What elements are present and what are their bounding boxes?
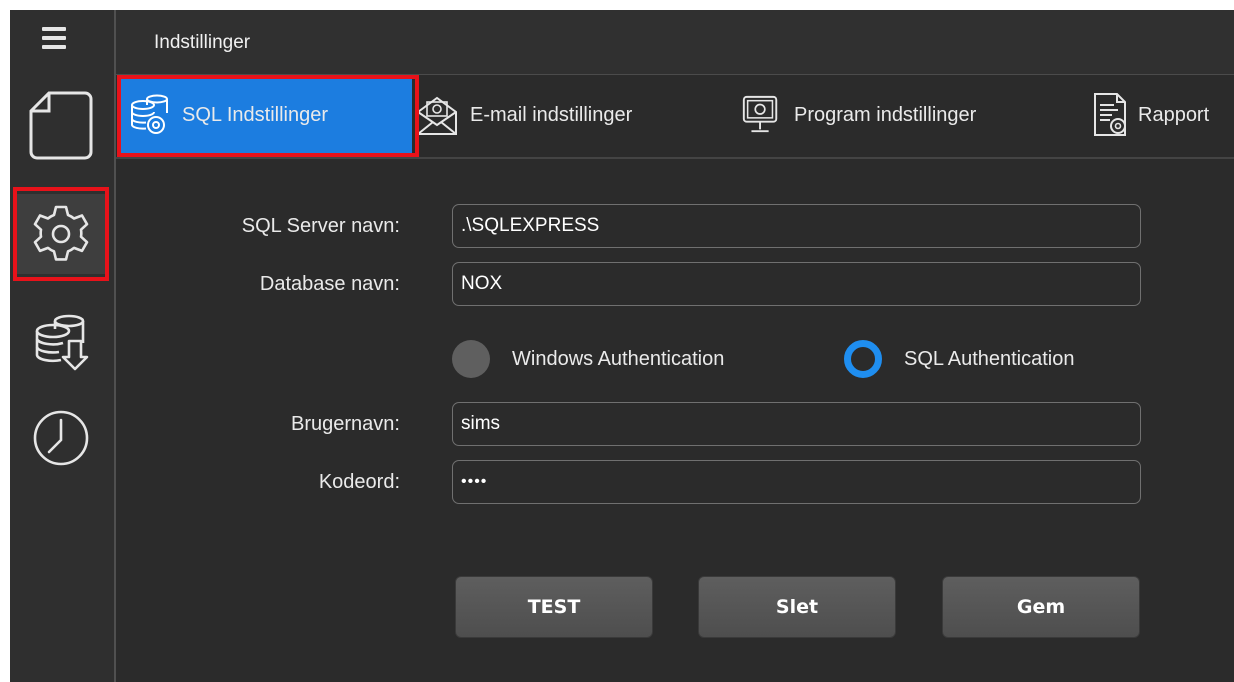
database-gear-icon — [128, 92, 170, 138]
tab-sql-settings[interactable]: SQL Indstillinger — [118, 75, 412, 155]
gear-icon — [33, 205, 89, 261]
password-label: Kodeord: — [318, 471, 400, 493]
tab-email-settings[interactable]: E-mail indstillinger — [416, 75, 632, 155]
sidebar-item-documents[interactable] — [16, 85, 106, 165]
test-button[interactable]: TEST — [455, 576, 653, 638]
sql-auth-radio[interactable]: SQL Authentication — [844, 340, 1075, 378]
sql-server-label: SQL Server navn: — [241, 215, 400, 237]
page-title: Indstillinger — [154, 32, 251, 53]
database-export-icon — [35, 314, 89, 371]
windows-auth-label: Windows Authentication — [512, 347, 725, 370]
sidebar-item-database-export[interactable] — [16, 302, 106, 382]
database-name-label: Database navn: — [259, 273, 400, 295]
sql-auth-label: SQL Authentication — [904, 347, 1075, 370]
sidebar-item-settings[interactable] — [16, 194, 106, 274]
sidebar — [10, 10, 114, 682]
monitor-gear-icon — [740, 92, 782, 138]
tab-label: E-mail indstillinger — [470, 103, 633, 126]
tab-label: Rapport — [1138, 103, 1210, 126]
windows-auth-radio[interactable]: Windows Authentication — [452, 340, 724, 378]
tab-report-settings[interactable]: Rapport — [1090, 75, 1209, 155]
tab-program-settings[interactable]: Program indstillinger — [740, 75, 976, 155]
report-gear-icon — [1090, 92, 1132, 138]
username-label: Brugernavn: — [291, 413, 400, 435]
email-gear-icon — [416, 92, 458, 138]
header-bar: Indstillinger — [116, 10, 1234, 75]
tab-label: SQL Indstillinger — [182, 103, 328, 126]
password-input[interactable] — [452, 460, 1141, 504]
save-button[interactable]: Gem — [942, 576, 1140, 638]
database-name-input[interactable] — [452, 262, 1141, 306]
username-input[interactable] — [452, 402, 1141, 446]
delete-button[interactable]: Slet — [698, 576, 896, 638]
tab-bar: SQL Indstillinger E-mail indstillinger P… — [116, 75, 1234, 159]
radio-off-indicator — [452, 340, 490, 378]
document-icon — [29, 91, 93, 160]
radio-on-indicator — [844, 340, 882, 378]
hamburger-menu-icon[interactable] — [42, 27, 66, 49]
app-window: Indstillinger SQL Indstillinger E-mail i… — [10, 10, 1234, 682]
sql-server-input[interactable] — [452, 204, 1141, 248]
clock-icon — [33, 410, 89, 466]
tab-label: Program indstillinger — [794, 103, 977, 126]
sidebar-item-history[interactable] — [16, 398, 106, 478]
